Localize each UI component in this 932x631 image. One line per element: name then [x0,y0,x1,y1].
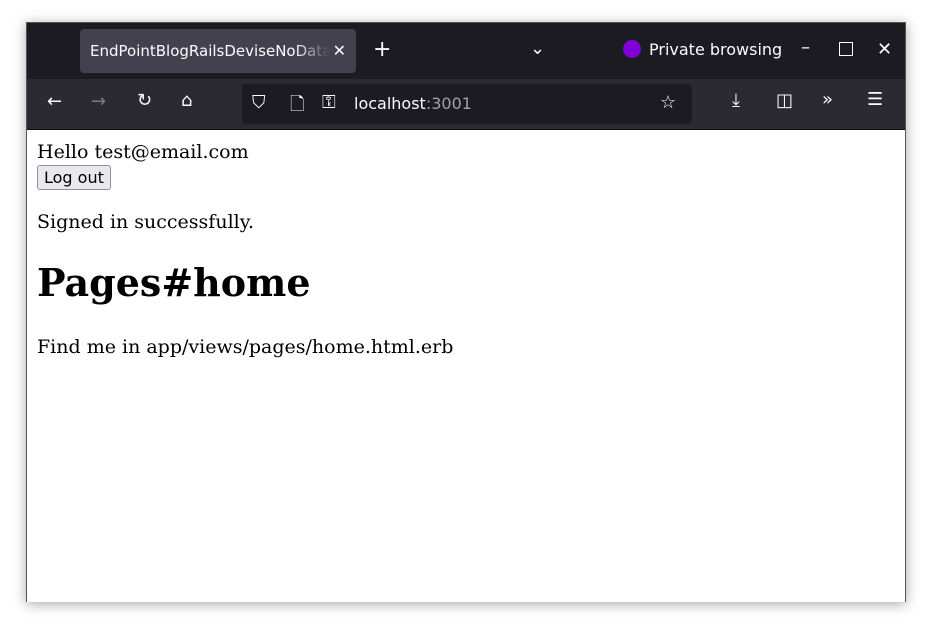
key-icon[interactable]: ⚿ [322,92,336,113]
forward-icon[interactable]: → [91,91,106,112]
page-title: Pages#home [37,260,311,305]
close-window-icon[interactable]: ✕ [877,39,892,60]
menu-icon[interactable]: ☰ [867,89,883,110]
tab-title: EndPointBlogRailsDeviseNoDatabase [90,42,330,60]
sidebar-icon[interactable]: ◫ [776,90,793,111]
tab-close-icon[interactable]: ✕ [333,29,346,73]
tab-active[interactable]: EndPointBlogRailsDeviseNoDatabase ✕ [80,29,356,73]
back-icon[interactable]: ← [47,91,62,112]
shield-icon[interactable]: ⛉ [252,92,266,113]
bookmark-star-icon[interactable]: ☆ [660,92,676,113]
title-bar: EndPointBlogRailsDeviseNoDatabase ✕ + ⌄ … [27,23,905,79]
page-content: Hello test@email.com Log out Signed in s… [27,130,905,602]
url-port: :3001 [425,94,472,113]
maximize-icon[interactable] [839,42,853,56]
tab-list-chevron-icon[interactable]: ⌄ [530,38,545,59]
downloads-icon[interactable]: ⤓ [732,90,740,111]
log-out-button[interactable]: Log out [37,165,111,190]
browser-window: EndPointBlogRailsDeviseNoDatabase ✕ + ⌄ … [26,22,906,602]
body-text: Find me in app/views/pages/home.html.erb [37,336,454,358]
url-bar[interactable]: ⛉ 🗋 ⚿ localhost:3001 ☆ [242,84,692,124]
flash-notice: Signed in successfully. [37,211,254,233]
new-tab-icon[interactable]: + [373,37,391,62]
greeting: Hello test@email.com [37,141,249,163]
private-mask-icon [623,40,641,58]
overflow-chevrons-icon[interactable]: » [822,89,833,110]
private-label: Private browsing [649,40,783,59]
reload-icon[interactable]: ↻ [137,90,152,111]
home-icon[interactable]: ⌂ [181,90,192,111]
private-browsing-indicator: Private browsing [623,40,782,59]
page-icon[interactable]: 🗋 [290,92,304,122]
url-host: localhost [354,94,426,113]
minimize-icon[interactable]: – [801,37,810,58]
nav-toolbar: ← → ↻ ⌂ ⛉ 🗋 ⚿ localhost:3001 ☆ ⤓ ◫ » ☰ [27,79,905,130]
